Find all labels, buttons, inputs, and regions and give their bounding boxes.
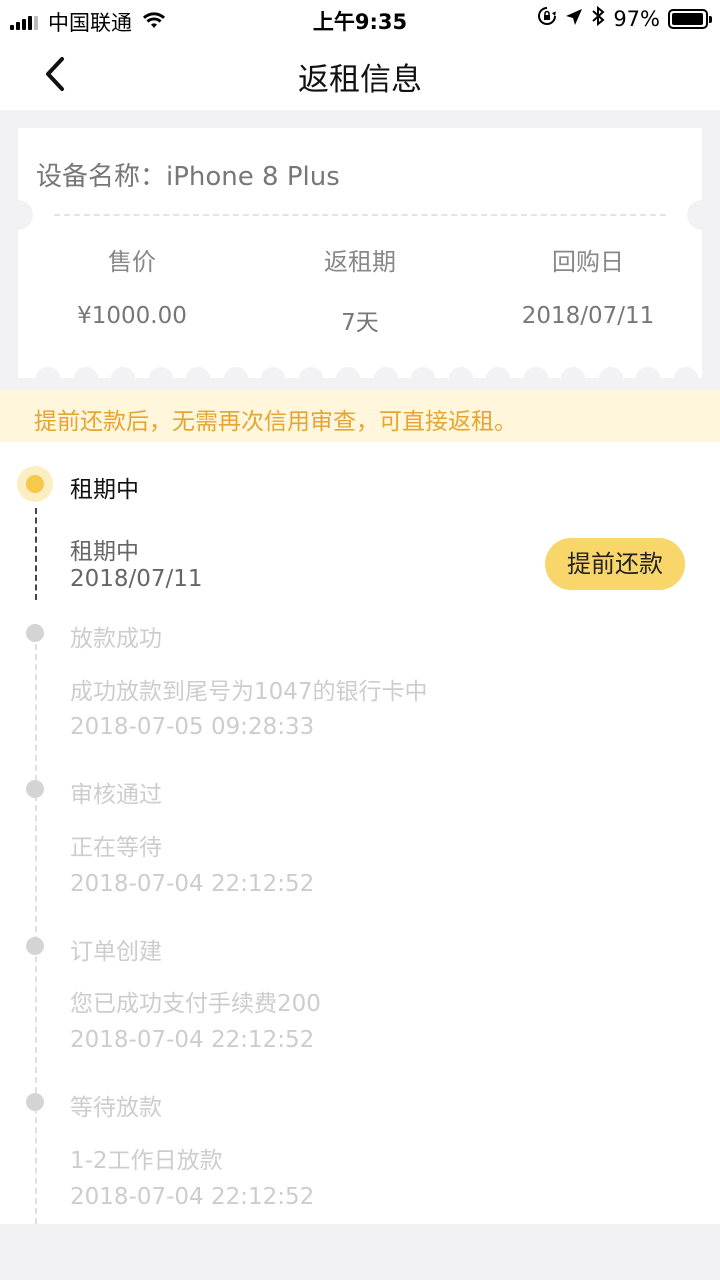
scallop <box>598 367 623 389</box>
timeline: 租期中 租期中 2018/07/11 提前还款 放款成功 成功放款到尾号为104… <box>0 442 720 1224</box>
page-title: 返租信息 <box>298 62 422 98</box>
battery-icon <box>668 8 712 29</box>
scallop <box>636 367 660 389</box>
notice-text: 提前还款后，无需再次信用审查，可直接返租。 <box>34 409 517 435</box>
scallop <box>261 367 285 389</box>
buyback-date-column: 回购日 2018/07/11 <box>474 242 702 337</box>
scallop <box>561 367 585 389</box>
timeline-step-title: 放款成功 <box>70 626 162 652</box>
status-bar: 中国联通 上午9:35 97% <box>0 0 720 38</box>
buyback-date-value: 2018/07/11 <box>521 303 655 329</box>
timeline-step-title: 审核通过 <box>70 782 162 808</box>
scallop <box>523 367 548 389</box>
scallop <box>36 367 60 389</box>
timeline-step-time: 2018-07-04 22:12:52 <box>70 1027 315 1053</box>
timeline-dot <box>26 1093 44 1111</box>
scallop <box>673 367 698 389</box>
timeline-dot <box>26 624 44 642</box>
timeline-step-desc: 成功放款到尾号为1047的银行卡中 <box>70 679 428 705</box>
timeline-step-desc: 正在等待 <box>70 835 162 861</box>
nav-bar: 返租信息 <box>0 38 720 110</box>
scallop <box>486 367 510 389</box>
scallop <box>298 367 323 389</box>
divider <box>54 214 666 216</box>
info-columns: 售价 ¥1000.00 返租期 7天 回购日 2018/07/11 <box>18 242 702 337</box>
scallop <box>448 367 473 389</box>
early-repayment-button[interactable]: 提前还款 <box>545 538 685 590</box>
device-info-card: 设备名称：iPhone 8 Plus 售价 ¥1000.00 返租期 7天 回购… <box>3 128 717 389</box>
scallop <box>111 367 135 389</box>
timeline-dot-active <box>17 466 53 502</box>
price-label: 售价 <box>108 248 156 276</box>
timeline-dot <box>26 937 44 955</box>
battery-percent: 97% <box>613 6 660 31</box>
scallop <box>373 367 398 389</box>
price-column: 售价 ¥1000.00 <box>18 242 246 337</box>
price-value: ¥1000.00 <box>77 303 187 329</box>
buyback-date-label: 回购日 <box>552 248 624 276</box>
timeline-date: 2018/07/11 <box>70 566 203 592</box>
timeline-step-desc: 您已成功支付手续费200 <box>70 991 321 1017</box>
scallop <box>411 367 435 389</box>
timeline-step-title: 等待放款 <box>70 1095 162 1121</box>
orientation-lock-icon <box>537 6 557 31</box>
scallop <box>186 367 210 389</box>
scallop <box>148 367 173 389</box>
bluetooth-icon <box>591 5 605 31</box>
page-bottom <box>0 1224 720 1280</box>
scallop <box>73 367 98 389</box>
timeline-step-time: 2018-07-04 22:12:52 <box>70 1184 315 1210</box>
timeline-dot <box>26 780 44 798</box>
lease-period-label: 返租期 <box>324 248 396 276</box>
device-name: 设备名称：iPhone 8 Plus <box>36 162 340 192</box>
timeline-title-active: 租期中 <box>70 477 139 503</box>
scallop-edge <box>18 367 702 389</box>
lease-period-column: 返租期 7天 <box>246 242 474 337</box>
scallop <box>336 367 360 389</box>
timeline-status: 租期中 <box>70 539 139 565</box>
notice-banner: 提前还款后，无需再次信用审查，可直接返租。 <box>0 390 720 442</box>
lease-period-value: 7天 <box>341 310 379 336</box>
scallop <box>223 367 248 389</box>
location-arrow-icon <box>565 7 583 31</box>
timeline-step-title: 订单创建 <box>70 939 162 965</box>
timeline-line <box>35 634 37 1224</box>
timeline-line-active <box>35 508 37 600</box>
timeline-step-time: 2018-07-04 22:12:52 <box>70 871 315 897</box>
timeline-step-time: 2018-07-05 09:28:33 <box>70 714 315 740</box>
timeline-step-desc: 1-2工作日放款 <box>70 1148 223 1174</box>
